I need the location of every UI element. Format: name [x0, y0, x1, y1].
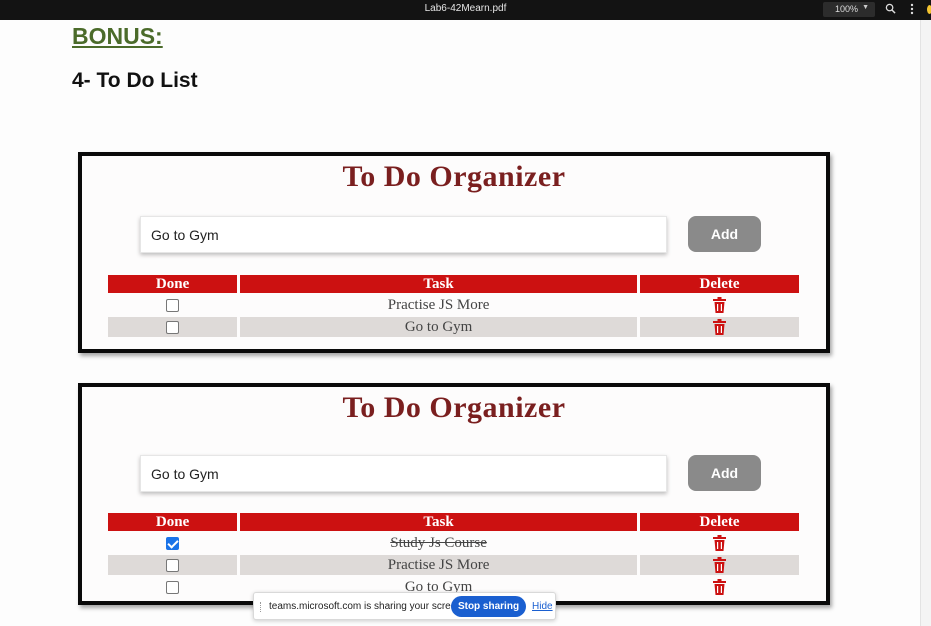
table-row: Practise JS More [108, 555, 799, 575]
scrollbar[interactable] [920, 20, 931, 626]
trash-icon [713, 557, 727, 574]
delete-button[interactable] [640, 555, 799, 575]
trash-icon [713, 535, 727, 552]
task-text: Practise JS More [387, 296, 490, 313]
stop-sharing-button[interactable]: Stop sharing [451, 596, 526, 617]
done-checkbox-checked[interactable] [166, 536, 180, 550]
status-dot-icon [927, 5, 931, 14]
done-checkbox[interactable] [166, 580, 180, 594]
delete-button[interactable] [640, 317, 799, 337]
section-heading: 4- To Do List [72, 69, 198, 92]
add-button[interactable]: Add [688, 455, 761, 491]
column-header-task: Task [240, 275, 638, 293]
trash-icon [713, 319, 727, 336]
todo-screenshot-1: To Do Organizer Go to Gym Add Done Task … [78, 152, 830, 353]
task-input[interactable]: Go to Gym [140, 455, 667, 492]
task-text: Practise JS More [240, 555, 638, 575]
sharing-message: teams.microsoft.com is sharing your scre… [269, 601, 465, 612]
bonus-heading: BONUS: [72, 23, 163, 49]
more-vertical-icon[interactable] [905, 3, 919, 17]
task-text-completed: Study Js Course [390, 534, 487, 551]
todo-screenshot-2: To Do Organizer Go to Gym Add Done Task … [78, 383, 830, 605]
screen-sharing-bar: teams.microsoft.com is sharing your scre… [253, 592, 556, 620]
table-row: Practise JS More [108, 295, 799, 315]
column-header-delete: Delete [640, 275, 799, 293]
column-header-task: Task [240, 513, 638, 531]
hide-link[interactable]: Hide [532, 601, 553, 612]
organizer-title: To Do Organizer [342, 160, 566, 193]
task-text: Go to Gym [240, 317, 638, 337]
document-title: Lab6-42Mearn.pdf [424, 3, 507, 14]
zoom-value: 100% [835, 4, 859, 14]
trash-icon [713, 297, 727, 314]
column-header-done: Done [108, 513, 238, 531]
delete-button[interactable] [640, 295, 799, 315]
pdf-page: BONUS: 4- To Do List To Do Organizer Go … [0, 20, 931, 626]
organizer-title: To Do Organizer [342, 391, 566, 424]
todo-table: Done Task Delete Study Js Course Practis… [105, 511, 802, 599]
search-icon[interactable] [883, 3, 897, 17]
table-row: Go to Gym [108, 317, 799, 337]
trash-icon [713, 579, 727, 596]
delete-button[interactable] [640, 533, 799, 553]
chevron-down-icon: ▼ [862, 4, 869, 11]
done-checkbox[interactable] [166, 298, 180, 312]
table-row: Study Js Course [108, 533, 799, 553]
add-button[interactable]: Add [688, 216, 761, 252]
viewer-toolbar: Lab6-42Mearn.pdf 100% ▼ [0, 0, 931, 20]
todo-table: Done Task Delete Practise JS More Go to … [105, 273, 802, 339]
done-checkbox[interactable] [166, 558, 180, 572]
zoom-select[interactable]: 100% ▼ [823, 2, 875, 17]
column-header-done: Done [108, 275, 238, 293]
column-header-delete: Delete [640, 513, 799, 531]
task-input[interactable]: Go to Gym [140, 216, 667, 253]
done-checkbox[interactable] [166, 320, 180, 334]
drag-handle[interactable] [260, 602, 262, 612]
delete-button[interactable] [640, 577, 799, 597]
